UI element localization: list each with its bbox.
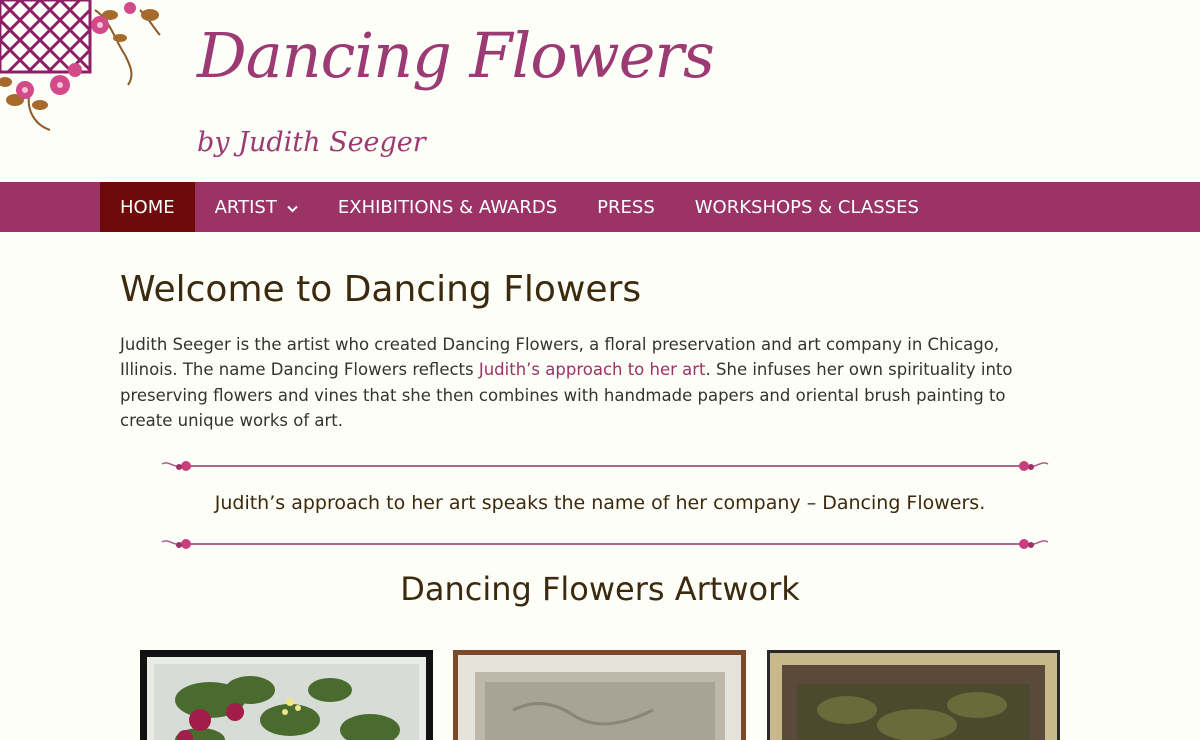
floral-divider-bottom [161,539,1049,549]
artwork-thumbnail[interactable] [767,650,1060,740]
nav-item-press[interactable]: PRESS [577,182,675,232]
nav-item-exhibitions-awards[interactable]: EXHIBITIONS & AWARDS [318,182,577,232]
floral-lattice-logo[interactable] [0,0,165,140]
nav-item-artist[interactable]: ARTIST [195,182,318,232]
site-tagline: by Judith Seeger [197,127,426,158]
page-title: Welcome to Dancing Flowers [120,269,642,310]
nav-item-home[interactable]: HOME [100,182,195,232]
main-navigation: HOME ARTIST EXHIBITIONS & AWARDS PRESS W… [0,182,1200,232]
main-content: Welcome to Dancing Flowers Judith Seeger… [120,232,1060,434]
site-title[interactable]: Dancing Flowers [197,21,715,90]
intro-paragraph: Judith Seeger is the artist who created … [120,332,1055,434]
tagline-quote: Judith’s approach to her art speaks the … [214,492,986,514]
nav-menu: HOME ARTIST EXHIBITIONS & AWARDS PRESS W… [100,182,939,232]
artwork-thumbnail[interactable] [140,650,433,740]
artwork-thumbnail[interactable] [453,650,746,740]
nav-item-label: PRESS [597,196,655,218]
approach-link[interactable]: Judith’s approach to her art [479,360,706,379]
floral-divider-top [161,461,1049,471]
nav-item-label: HOME [120,196,175,218]
artwork-section-heading: Dancing Flowers Artwork [400,570,800,608]
page: Dancing Flowers by Judith Seeger HOME AR… [0,0,1200,740]
nav-item-workshops-classes[interactable]: WORKSHOPS & CLASSES [675,182,939,232]
site-header: Dancing Flowers by Judith Seeger [0,0,1200,182]
nav-item-label: EXHIBITIONS & AWARDS [337,196,558,218]
nav-item-label: WORKSHOPS & CLASSES [694,196,919,218]
nav-item-label: ARTIST [214,196,277,218]
chevron-down-icon [287,197,298,218]
